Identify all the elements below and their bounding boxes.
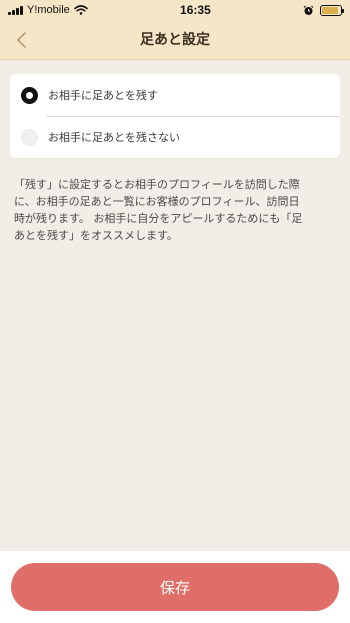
option-label: お相手に足あとを残さない — [48, 131, 180, 144]
footprint-options-card: お相手に足あとを残す お相手に足あとを残さない — [10, 74, 340, 158]
wifi-icon — [73, 5, 88, 15]
carrier-name: Y!mobile — [27, 4, 70, 16]
radio-selected-icon[interactable] — [21, 86, 38, 104]
status-bar: Y!mobile 16:35 — [0, 0, 350, 20]
battery-icon — [320, 4, 344, 16]
option-leave-footprint[interactable]: お相手に足あとを残す — [10, 74, 340, 116]
description-text: 「残す」に設定するとお相手のプロフィールを訪問した際 に、お相手の足あと一覧にお… — [14, 178, 303, 242]
status-time: 16:35 — [180, 3, 211, 17]
footer: 保存 — [0, 551, 350, 623]
page-title: 足あと設定 — [140, 32, 210, 48]
navigation-bar: 足あと設定 — [0, 20, 350, 60]
radio-unselected-icon[interactable] — [21, 128, 38, 146]
option-label: お相手に足あとを残す — [48, 89, 158, 102]
status-left: Y!mobile — [8, 4, 88, 16]
save-button[interactable]: 保存 — [11, 563, 339, 611]
option-no-footprint[interactable]: お相手に足あとを残さない — [10, 116, 340, 158]
battery-level — [322, 6, 339, 14]
status-right — [303, 4, 344, 16]
signal-bars-icon — [8, 5, 23, 15]
footprint-settings-screen: Y!mobile 16:35 足あと設定 お相手に足あとを残す お相手に足あとを… — [0, 0, 350, 623]
alarm-clock-icon — [303, 5, 314, 15]
